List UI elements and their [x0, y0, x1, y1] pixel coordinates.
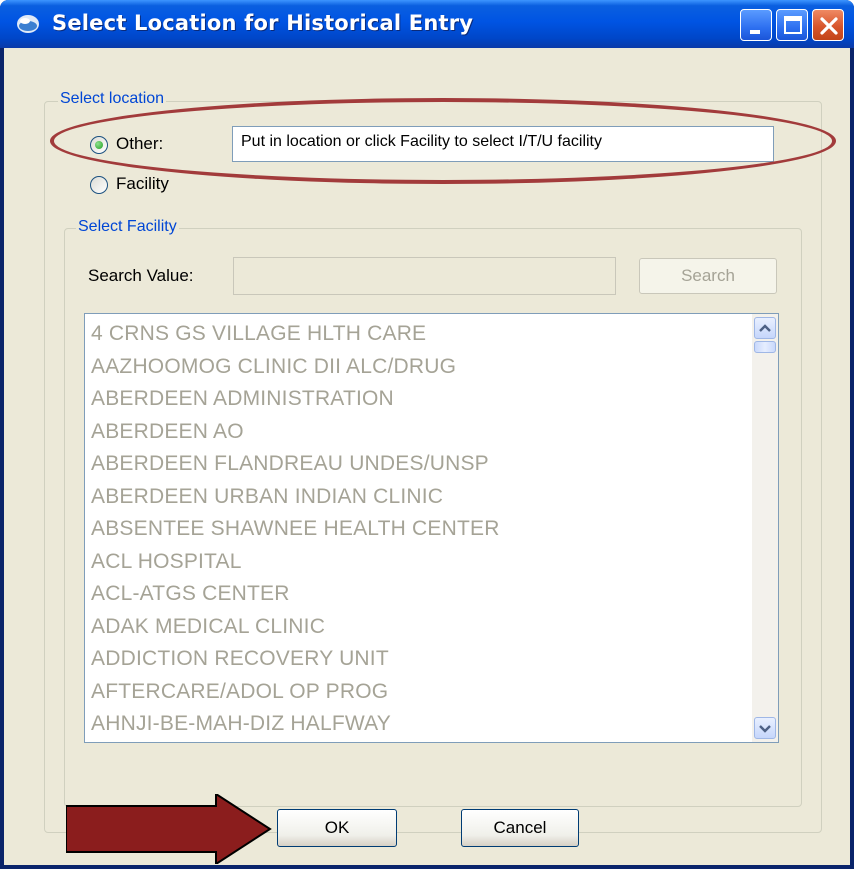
select-facility-label: Select Facility	[76, 218, 179, 236]
facility-list-item[interactable]: ABERDEEN URBAN INDIAN CLINIC	[91, 485, 443, 509]
select-location-label: Select location	[58, 90, 167, 108]
minimize-icon	[750, 30, 760, 34]
window-title: Select Location for Historical Entry	[52, 11, 474, 35]
facility-listbox[interactable]: 4 CRNS GS VILLAGE HLTH CARE AAZHOOMOG CLI…	[84, 313, 779, 743]
facility-list-item[interactable]: ACL-ATGS CENTER	[91, 582, 290, 606]
facility-list-item[interactable]: ABERDEEN ADMINISTRATION	[91, 387, 394, 411]
facility-list-item[interactable]: ADAK MEDICAL CLINIC	[91, 615, 325, 639]
minimize-button[interactable]	[740, 9, 772, 41]
facility-list-item[interactable]: ABERDEEN AO	[91, 420, 244, 444]
maximize-icon	[784, 16, 802, 34]
highlight-ellipse	[50, 98, 836, 184]
scroll-down-button[interactable]	[754, 717, 776, 739]
search-button[interactable]: Search	[639, 258, 777, 294]
scroll-thumb[interactable]	[754, 341, 776, 353]
search-value-label: Search Value:	[88, 266, 194, 285]
close-button[interactable]	[812, 9, 844, 41]
facility-list-item[interactable]: AHNJI-BE-MAH-DIZ HALFWAY	[91, 712, 391, 736]
chevron-up-icon	[759, 324, 771, 332]
chevron-down-icon	[759, 725, 771, 733]
scroll-up-button[interactable]	[754, 317, 776, 339]
facility-list-item[interactable]: AFTERCARE/ADOL OP PROG	[91, 680, 388, 704]
facility-list-item[interactable]: ADDICTION RECOVERY UNIT	[91, 647, 389, 671]
facility-list-item[interactable]: ACL HOSPITAL	[91, 550, 242, 574]
cancel-button[interactable]: Cancel	[461, 809, 579, 847]
dialog-window: Select Location for Historical Entry Sel…	[0, 0, 854, 869]
facility-list-item[interactable]: ABERDEEN FLANDREAU UNDES/UNSP	[91, 452, 489, 476]
ok-button[interactable]: OK	[277, 809, 397, 847]
facility-list-item[interactable]: ABSENTEE SHAWNEE HEALTH CENTER	[91, 517, 500, 541]
facility-list-item[interactable]: AAZHOOMOG CLINIC DII ALC/DRUG	[91, 355, 456, 379]
maximize-button[interactable]	[776, 9, 808, 41]
title-bar[interactable]: Select Location for Historical Entry	[0, 0, 854, 48]
close-icon	[820, 17, 838, 35]
facility-list-item[interactable]: 4 CRNS GS VILLAGE HLTH CARE	[91, 322, 426, 346]
app-icon	[17, 15, 39, 33]
facility-label: Facility	[116, 174, 169, 193]
facility-radio[interactable]	[90, 176, 108, 194]
search-value-input[interactable]	[233, 257, 616, 295]
pointer-arrow-icon	[66, 794, 272, 864]
facility-scrollbar[interactable]	[752, 314, 778, 742]
